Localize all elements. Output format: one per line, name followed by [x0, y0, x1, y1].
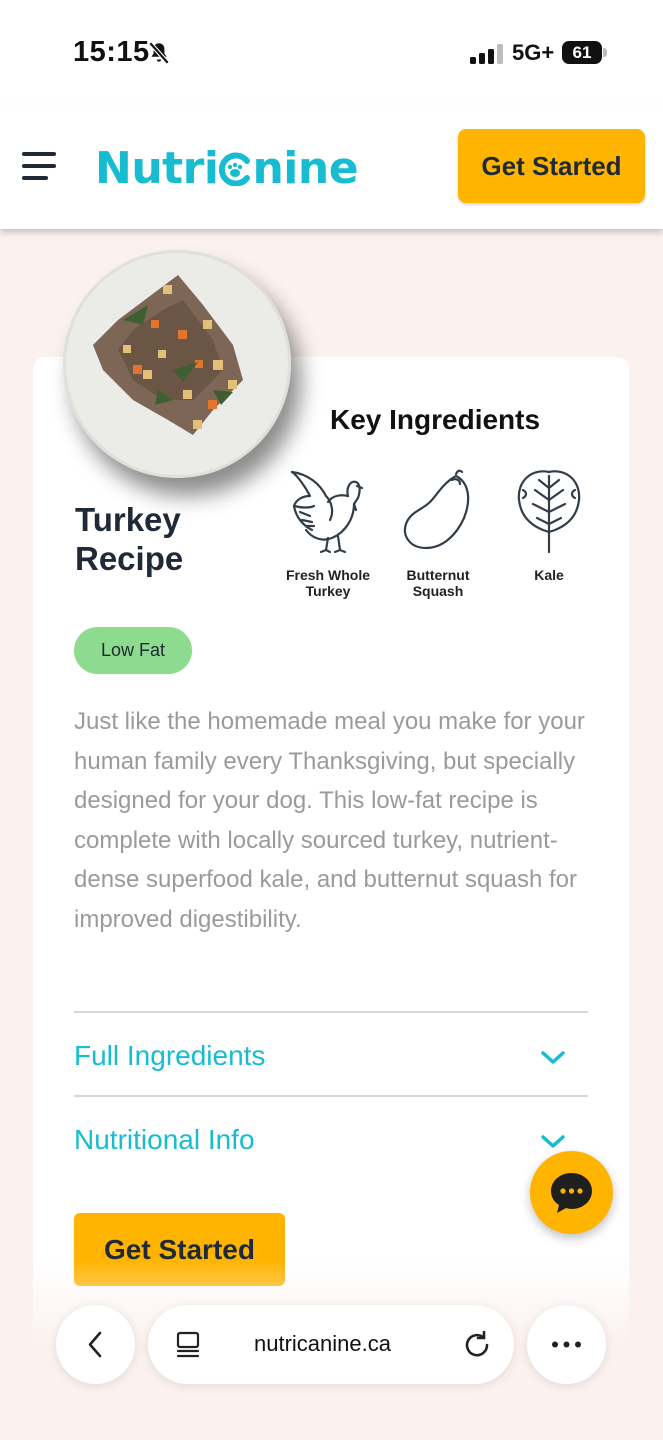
address-bar[interactable]: nutricanine.ca — [148, 1305, 514, 1384]
ingredient-label-kale: Kale — [534, 567, 564, 583]
chevron-down-icon — [541, 1051, 565, 1064]
low-fat-badge: Low Fat — [74, 627, 192, 674]
recipe-title: Turkey Recipe — [75, 500, 183, 578]
accordion-label: Nutritional Info — [74, 1124, 255, 1155]
back-button[interactable] — [56, 1305, 135, 1384]
ingredient-label-squash: Butternut Squash — [406, 567, 470, 599]
chat-button[interactable] — [530, 1151, 613, 1234]
bell-off-icon — [148, 41, 170, 65]
site-header: Nutri nine Get Started — [0, 105, 663, 229]
header-get-started-button[interactable]: Get Started — [458, 129, 645, 203]
reload-icon[interactable] — [462, 1329, 492, 1359]
divider — [74, 1011, 588, 1013]
squash-icon — [403, 469, 470, 550]
battery-icon: 61 — [562, 41, 602, 64]
recipe-plate-image — [63, 250, 291, 478]
menu-icon[interactable] — [22, 150, 58, 182]
divider — [74, 1095, 588, 1097]
url-text: nutricanine.ca — [254, 1331, 391, 1356]
more-options-button[interactable] — [527, 1305, 606, 1384]
chevron-down-icon — [541, 1135, 565, 1148]
ellipsis-icon — [552, 1341, 581, 1348]
logo-text-2: nine — [252, 143, 359, 194]
key-ingredients-title: Key Ingredients — [330, 404, 541, 435]
status-bar: 15:15 5G+ 61 — [0, 0, 663, 105]
chevron-left-icon — [88, 1331, 102, 1358]
reader-mode-icon — [176, 1331, 200, 1358]
accordion-label: Full Ingredients — [74, 1040, 266, 1071]
ingredient-label-turkey: Fresh Whole Turkey — [285, 567, 370, 599]
paw-c-icon — [219, 152, 251, 186]
status-time: 15:15 — [73, 36, 150, 68]
logo[interactable]: Nutri nine — [95, 143, 359, 194]
logo-text-1: Nutri — [95, 143, 219, 194]
recipe-title-line-1: Turkey — [75, 501, 181, 538]
nutritional-info-accordion[interactable]: Nutritional Info — [74, 1098, 588, 1178]
recipe-title-line-2: Recipe — [75, 540, 184, 577]
full-ingredients-accordion[interactable]: Full Ingredients — [74, 1014, 588, 1094]
turkey-icon — [290, 470, 364, 554]
chat-bubble-icon — [551, 1173, 592, 1213]
recipe-description: Just like the homemade meal you make for… — [74, 708, 585, 933]
battery-cap — [603, 48, 607, 57]
network-label: 5G+ — [512, 40, 555, 65]
food-illustration — [93, 275, 243, 435]
kale-icon — [517, 470, 581, 554]
signal-icon — [470, 44, 503, 64]
